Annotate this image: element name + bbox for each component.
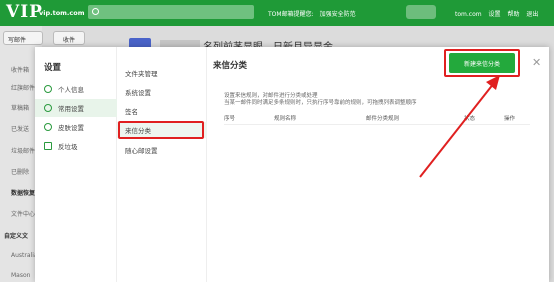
arrow-head [486, 75, 500, 90]
annotation-arrow [419, 75, 500, 178]
arrow-shaft [419, 82, 495, 178]
